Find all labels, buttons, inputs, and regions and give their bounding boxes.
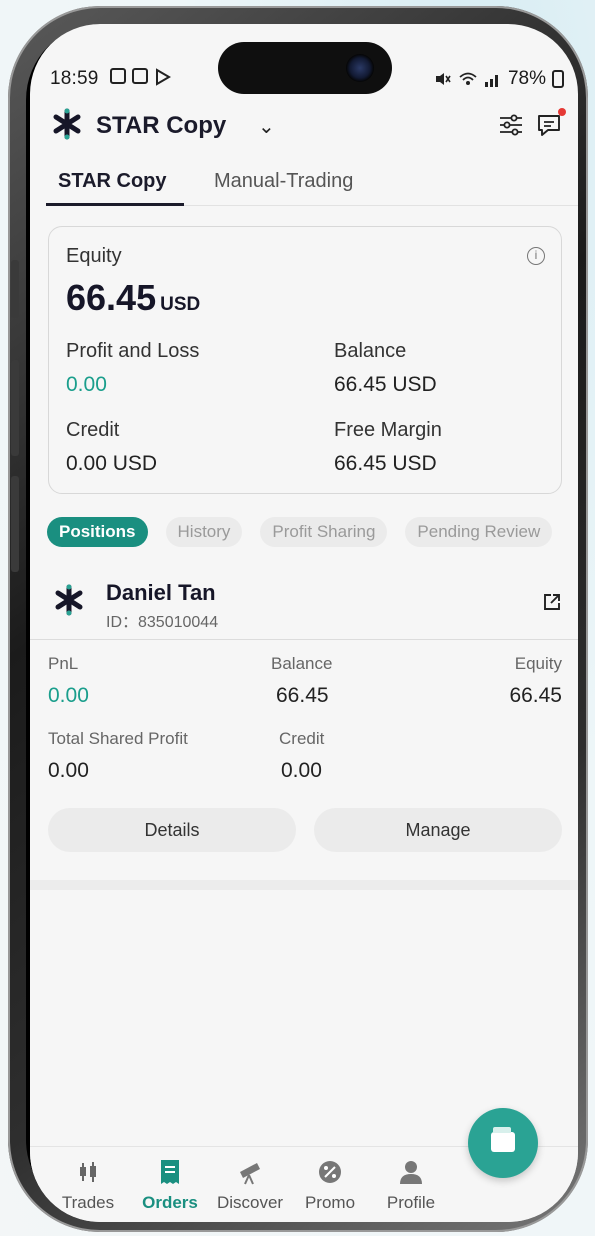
trader-name: Daniel Tan: [106, 580, 216, 605]
nav-profile[interactable]: Profile: [371, 1159, 451, 1213]
stat-equity-label: Equity: [514, 654, 562, 673]
app-bar: STAR Copy ⌄: [30, 106, 578, 150]
stat-balance-value: 66.45: [276, 684, 329, 707]
chip-profit-sharing[interactable]: Profit Sharing: [260, 517, 388, 547]
status-time: 18:59: [50, 68, 99, 89]
receipt-icon: [130, 1159, 210, 1185]
pnl-value: 0.00: [66, 373, 107, 396]
chip-history[interactable]: History: [165, 517, 243, 547]
main-tabs: STAR Copy Manual-Trading: [46, 166, 578, 206]
battery-icon: [552, 70, 564, 88]
play-notification-icon: [156, 68, 171, 86]
stat-pnl-label: PnL: [48, 654, 79, 673]
stat-credit-label: Credit: [279, 729, 325, 748]
battery-percent: 78%: [507, 68, 546, 89]
wifi-icon: [459, 72, 477, 85]
filter-sliders-icon[interactable]: [498, 112, 524, 138]
nav-trades[interactable]: Trades: [48, 1159, 128, 1213]
candlestick-icon: [48, 1159, 128, 1185]
balance-value: 66.45 USD: [334, 373, 437, 396]
section-divider: [30, 880, 578, 890]
equity-value: 66.45: [66, 277, 157, 318]
mute-icon: [435, 73, 451, 85]
chip-positions[interactable]: Positions: [47, 517, 148, 547]
chip-pending-review[interactable]: Pending Review: [405, 517, 553, 547]
stat-equity-value: 66.45: [509, 684, 562, 707]
person-icon: [371, 1159, 451, 1185]
credit-value: 0.00 USD: [66, 452, 158, 475]
stat-credit-value: 0.00: [281, 759, 322, 782]
status-bar: 18:59 78%: [50, 64, 564, 94]
nav-promo-label: Promo: [304, 1193, 356, 1212]
active-tab-indicator: [46, 203, 184, 206]
percent-badge-icon: [290, 1159, 370, 1185]
phone-side-button: [11, 360, 19, 456]
equity-value-row: 66.45 USD: [66, 277, 200, 319]
nav-trades-label: Trades: [61, 1193, 115, 1212]
tab-star-copy[interactable]: STAR Copy: [58, 170, 167, 193]
notification-dot: [558, 108, 566, 116]
equity-unit: USD: [160, 294, 201, 315]
account-summary-card: Equity i 66.45 USD Profit and Loss 0.00 B…: [48, 226, 562, 494]
credit-label: Credit: [66, 419, 120, 441]
status-right: 78%: [434, 68, 564, 90]
chevron-down-icon[interactable]: ⌄: [258, 114, 275, 139]
nav-profile-label: Profile: [386, 1193, 436, 1212]
stat-balance-label: Balance: [271, 654, 333, 673]
signal-icon: [484, 75, 498, 87]
trader-id: ID：835010044: [106, 614, 219, 631]
stat-shared-profit-value: 0.00: [48, 759, 89, 782]
notification-icons: [110, 68, 172, 86]
free-margin-label: Free Margin: [334, 419, 442, 441]
equity-label: Equity: [66, 245, 122, 267]
wallet-fab-button[interactable]: [468, 1108, 538, 1178]
wallet-icon: [491, 1127, 515, 1152]
stat-pnl-value: 0.00: [48, 684, 89, 707]
phone-side-button: [11, 260, 19, 318]
manage-button[interactable]: Manage: [314, 808, 562, 852]
stat-shared-profit-label: Total Shared Profit: [48, 729, 188, 748]
external-link-icon[interactable]: [542, 592, 562, 612]
telescope-icon: [210, 1159, 290, 1185]
gallery-notification-icon: [110, 68, 126, 84]
free-margin-value: 66.45 USD: [334, 452, 437, 475]
info-icon[interactable]: i: [527, 247, 545, 265]
nav-orders-label: Orders: [142, 1193, 198, 1212]
message-icon[interactable]: [536, 112, 564, 138]
trader-avatar-icon: [55, 584, 83, 616]
app-screen: 18:59 78% STAR Copy ⌄ STAR Copy Manual-T…: [30, 24, 578, 1222]
balance-label: Balance: [334, 340, 407, 362]
trader-header[interactable]: Daniel Tan ID：835010044: [30, 572, 578, 640]
star-copy-logo-icon: [53, 108, 81, 140]
phone-side-button: [11, 476, 19, 572]
app-title[interactable]: STAR Copy: [96, 112, 226, 140]
check-notification-icon: [132, 68, 148, 84]
details-button[interactable]: Details: [48, 808, 296, 852]
nav-promo[interactable]: Promo: [290, 1159, 370, 1213]
trader-actions: Details Manage: [48, 808, 562, 852]
nav-discover[interactable]: Discover: [210, 1159, 290, 1213]
pnl-label: Profit and Loss: [66, 340, 200, 362]
nav-orders[interactable]: Orders: [130, 1159, 210, 1213]
nav-discover-label: Discover: [216, 1193, 284, 1212]
tab-manual-trading[interactable]: Manual-Trading: [214, 170, 353, 193]
filter-chips: Positions History Profit Sharing Pending…: [47, 517, 553, 549]
